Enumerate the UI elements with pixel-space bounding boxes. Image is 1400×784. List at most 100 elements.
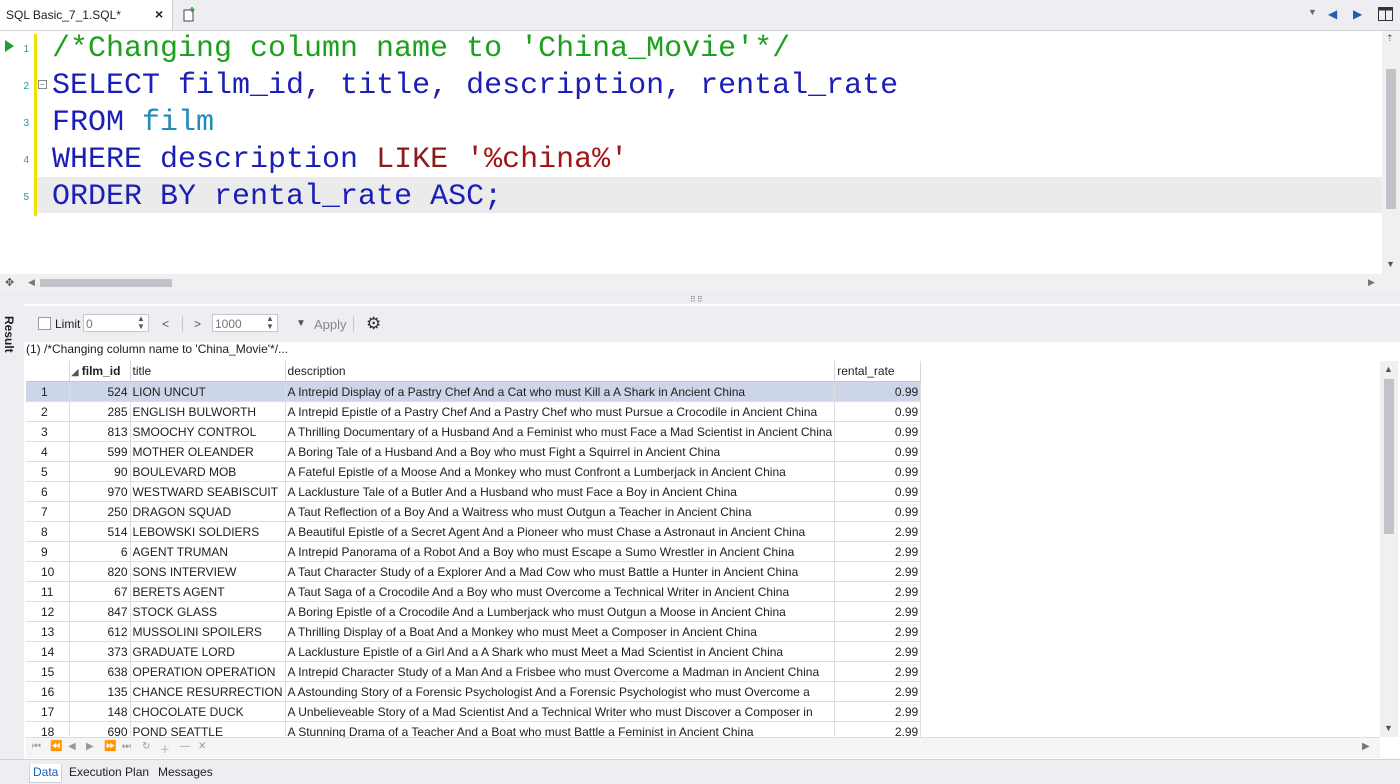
table-cell[interactable]: 2.99: [834, 581, 922, 602]
table-cell[interactable]: 847: [69, 601, 131, 622]
dropdown-icon[interactable]: ▼: [1308, 7, 1317, 17]
scroll-down-icon[interactable]: ▼: [1384, 723, 1393, 733]
table-cell[interactable]: A Lacklusture Tale of a Butler And a Hus…: [285, 481, 836, 502]
table-cell[interactable]: 67: [69, 581, 131, 602]
row-number-cell[interactable]: 5: [26, 461, 70, 482]
next-page-icon[interactable]: ⏩: [104, 741, 116, 752]
table-row[interactable]: 9 6 AGENT TRUMAN A Intrepid Panorama of a R…: [26, 541, 922, 562]
table-cell[interactable]: BOULEVARD MOB: [130, 461, 286, 482]
table-cell[interactable]: LEBOWSKI SOLDIERS: [130, 521, 286, 542]
scroll-down-icon[interactable]: ▼: [1386, 259, 1395, 269]
table-row[interactable]: 1 524 LION UNCUT A Intrepid Display of a Pa…: [26, 381, 922, 402]
table-cell[interactable]: A Intrepid Display of a Pastry Chef And …: [285, 381, 836, 402]
table-cell[interactable]: LION UNCUT: [130, 381, 286, 402]
next-page-icon[interactable]: >: [194, 317, 201, 331]
table-cell[interactable]: A Fateful Epistle of a Moose And a Monke…: [285, 461, 836, 482]
table-row[interactable]: 3 813 SMOOCHY CONTROL A Thrilling Documenta…: [26, 421, 922, 442]
table-row[interactable]: 12 847 STOCK GLASS A Boring Epistle of a Cr…: [26, 601, 922, 622]
table-cell[interactable]: A Lacklusture Epistle of a Girl And a A …: [285, 641, 836, 662]
row-number-cell[interactable]: 18: [26, 721, 70, 737]
code-line[interactable]: SELECT film_id, title, description, rent…: [52, 68, 898, 105]
table-row[interactable]: 15 638 OPERATION OPERATION A Intrepid Chara…: [26, 661, 922, 682]
table-cell[interactable]: 0.99: [834, 501, 922, 522]
result-grid[interactable]: ◢ film_id title description rental_rate …: [26, 361, 1380, 737]
table-cell[interactable]: WESTWARD SEABISCUIT: [130, 481, 286, 502]
table-cell[interactable]: 148: [69, 701, 131, 722]
row-number-cell[interactable]: 9: [26, 541, 70, 562]
table-cell[interactable]: CHANCE RESURRECTION: [130, 681, 286, 702]
table-cell[interactable]: 820: [69, 561, 131, 582]
grid-vertical-scrollbar[interactable]: ▲ ▼: [1380, 361, 1398, 737]
table-cell[interactable]: 2.99: [834, 701, 922, 722]
table-cell[interactable]: 90: [69, 461, 131, 482]
table-row[interactable]: 6 970 WESTWARD SEABISCUIT A Lacklusture Tal…: [26, 481, 922, 502]
table-cell[interactable]: 2.99: [834, 721, 922, 737]
table-cell[interactable]: A Thrilling Display of a Boat And a Monk…: [285, 621, 836, 642]
table-cell[interactable]: A Taut Saga of a Crocodile And a Boy who…: [285, 581, 836, 602]
next-record-icon[interactable]: ▶: [86, 741, 94, 752]
column-header[interactable]: title: [130, 361, 286, 382]
table-cell[interactable]: A Boring Tale of a Husband And a Boy who…: [285, 441, 836, 462]
column-header[interactable]: rental_rate: [834, 361, 922, 382]
tab-messages[interactable]: Messages: [155, 764, 216, 782]
row-number-cell[interactable]: 12: [26, 601, 70, 622]
row-number-cell[interactable]: 3: [26, 421, 70, 442]
table-cell[interactable]: 373: [69, 641, 131, 662]
apply-dropdown-icon[interactable]: ▼: [296, 318, 306, 329]
row-number-cell[interactable]: 14: [26, 641, 70, 662]
table-row[interactable]: 14 373 GRADUATE LORD A Lacklusture Epistle …: [26, 641, 922, 662]
table-cell[interactable]: ENGLISH BULWORTH: [130, 401, 286, 422]
table-cell[interactable]: 250: [69, 501, 131, 522]
scroll-up-icon[interactable]: ▲: [1384, 364, 1393, 374]
table-cell[interactable]: 2.99: [834, 601, 922, 622]
table-cell[interactable]: A Boring Epistle of a Crocodile And a Lu…: [285, 601, 836, 622]
table-cell[interactable]: A Taut Reflection of a Boy And a Waitres…: [285, 501, 836, 522]
table-cell[interactable]: A Thrilling Documentary of a Husband And…: [285, 421, 836, 442]
previous-page-icon[interactable]: ⏪: [50, 741, 62, 752]
table-cell[interactable]: STOCK GLASS: [130, 601, 286, 622]
sort-icon[interactable]: ◢: [72, 367, 79, 377]
scroll-thumb[interactable]: [40, 279, 172, 287]
code-line[interactable]: ORDER BY rental_rate ASC;: [52, 179, 502, 216]
table-cell[interactable]: 638: [69, 661, 131, 682]
scroll-thumb[interactable]: [1386, 69, 1396, 209]
table-cell[interactable]: 2.99: [834, 521, 922, 542]
row-number-cell[interactable]: 8: [26, 521, 70, 542]
table-row[interactable]: 4 599 MOTHER OLEANDER A Boring Tale of a Hu…: [26, 441, 922, 462]
row-number-cell[interactable]: 16: [26, 681, 70, 702]
table-cell[interactable]: 2.99: [834, 641, 922, 662]
editor-vertical-scrollbar[interactable]: ⇡ ▼: [1382, 31, 1400, 274]
close-tab-icon[interactable]: ×: [155, 6, 163, 22]
row-number-cell[interactable]: 11: [26, 581, 70, 602]
table-row[interactable]: 18 690 POND SEATTLE A Stunning Drama of a T…: [26, 721, 922, 737]
table-row[interactable]: 8 514 LEBOWSKI SOLDIERS A Beautiful Epistle…: [26, 521, 922, 542]
table-cell[interactable]: 524: [69, 381, 131, 402]
limit-checkbox[interactable]: [38, 317, 51, 330]
scroll-thumb[interactable]: [1384, 379, 1394, 534]
table-cell[interactable]: 813: [69, 421, 131, 442]
column-header[interactable]: description: [285, 361, 836, 382]
row-number-cell[interactable]: 15: [26, 661, 70, 682]
row-number-cell[interactable]: 1: [26, 381, 70, 402]
row-number-cell[interactable]: 2: [26, 401, 70, 422]
table-cell[interactable]: A Intrepid Epistle of a Pastry Chef And …: [285, 401, 836, 422]
result-label[interactable]: Result: [2, 316, 16, 353]
navigate-forward-icon[interactable]: ▶: [1353, 7, 1362, 21]
table-cell[interactable]: A Unbelieveable Story of a Mad Scientist…: [285, 701, 836, 722]
table-cell[interactable]: 0.99: [834, 421, 922, 442]
first-record-icon[interactable]: ⏮: [32, 741, 41, 752]
scroll-right-icon[interactable]: ▶: [1368, 277, 1375, 288]
table-cell[interactable]: BERETS AGENT: [130, 581, 286, 602]
code-line[interactable]: WHERE description LIKE '%china%': [52, 142, 628, 179]
table-cell[interactable]: 0.99: [834, 481, 922, 502]
row-number-cell[interactable]: 10: [26, 561, 70, 582]
table-cell[interactable]: 0.99: [834, 441, 922, 462]
table-cell[interactable]: 135: [69, 681, 131, 702]
pane-splitter[interactable]: ⠿⠿: [0, 292, 1400, 304]
table-cell[interactable]: MUSSOLINI SPOILERS: [130, 621, 286, 642]
delete-record-icon[interactable]: —: [180, 741, 190, 752]
scroll-left-icon[interactable]: ◀: [28, 277, 35, 288]
table-cell[interactable]: 2.99: [834, 621, 922, 642]
sql-editor[interactable]: 1 2 3 4 5 − /*Changing column name to 'C…: [0, 31, 1382, 274]
spin-icon[interactable]: ▲ ▼: [266, 315, 274, 331]
